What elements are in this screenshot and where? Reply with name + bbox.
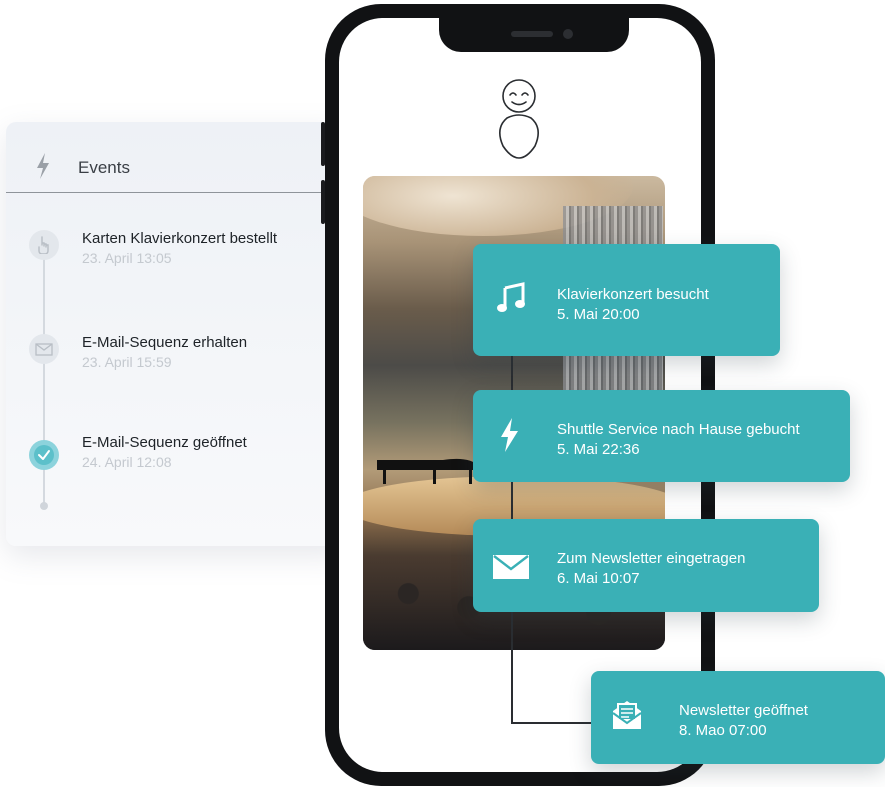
timeline-item[interactable]: E-Mail-Sequenz geöffnet 24. April 12:08	[82, 434, 247, 470]
volume-button	[321, 180, 325, 224]
timeline-item-title: Karten Klavierkonzert bestellt	[82, 230, 278, 247]
timeline-item[interactable]: E-Mail-Sequenz erhalten 23. April 15:59	[82, 334, 247, 370]
event-card[interactable]: Zum Newsletter eingetragen 6. Mai 10:07	[473, 519, 819, 612]
event-card[interactable]: Shuttle Service nach Hause gebucht 5. Ma…	[473, 390, 850, 482]
speaker	[511, 31, 553, 37]
connector-line	[511, 300, 513, 724]
timeline-item-title: E-Mail-Sequenz geöffnet	[82, 434, 247, 451]
event-card-time: 8. Mao 07:00	[679, 722, 767, 739]
hand-pointer-icon	[29, 230, 59, 260]
event-card-time: 5. Mai 20:00	[557, 306, 640, 323]
connector-line	[511, 722, 593, 724]
envelope-icon	[493, 555, 529, 579]
events-header: Events	[6, 122, 326, 193]
lightning-icon	[501, 418, 518, 452]
event-card[interactable]: Klavierkonzert besucht 5. Mai 20:00	[473, 244, 780, 356]
envelope-icon	[29, 334, 59, 364]
event-card-title: Klavierkonzert besucht	[557, 286, 709, 303]
events-panel: Events Karten Klavierkonzert bestellt 23…	[6, 122, 346, 546]
phone-notch	[439, 18, 629, 52]
music-note-icon	[497, 282, 525, 312]
event-card-time: 5. Mai 22:36	[557, 441, 640, 458]
timeline-item-title: E-Mail-Sequenz erhalten	[82, 334, 248, 351]
timeline-item-time: 23. April 15:59	[82, 354, 172, 370]
event-card-time: 6. Mai 10:07	[557, 570, 640, 587]
check-circle-icon	[29, 440, 59, 470]
event-card-title: Zum Newsletter eingetragen	[557, 550, 746, 567]
camera	[563, 29, 573, 39]
event-card-title: Shuttle Service nach Hause gebucht	[557, 421, 800, 438]
volume-button	[321, 122, 325, 166]
grand-piano	[377, 458, 479, 484]
mascot-logo-icon	[499, 79, 539, 159]
timeline-item-time: 24. April 12:08	[82, 454, 172, 470]
events-title: Events	[78, 158, 130, 177]
lightning-icon	[37, 153, 49, 179]
open-envelope-icon	[612, 701, 642, 729]
timeline-end-dot	[40, 502, 48, 510]
event-card[interactable]: Newsletter geöffnet 8. Mao 07:00	[591, 671, 885, 764]
timeline-item[interactable]: Karten Klavierkonzert bestellt 23. April…	[82, 230, 277, 266]
timeline-item-time: 23. April 13:05	[82, 250, 172, 266]
event-card-title: Newsletter geöffnet	[679, 702, 808, 719]
